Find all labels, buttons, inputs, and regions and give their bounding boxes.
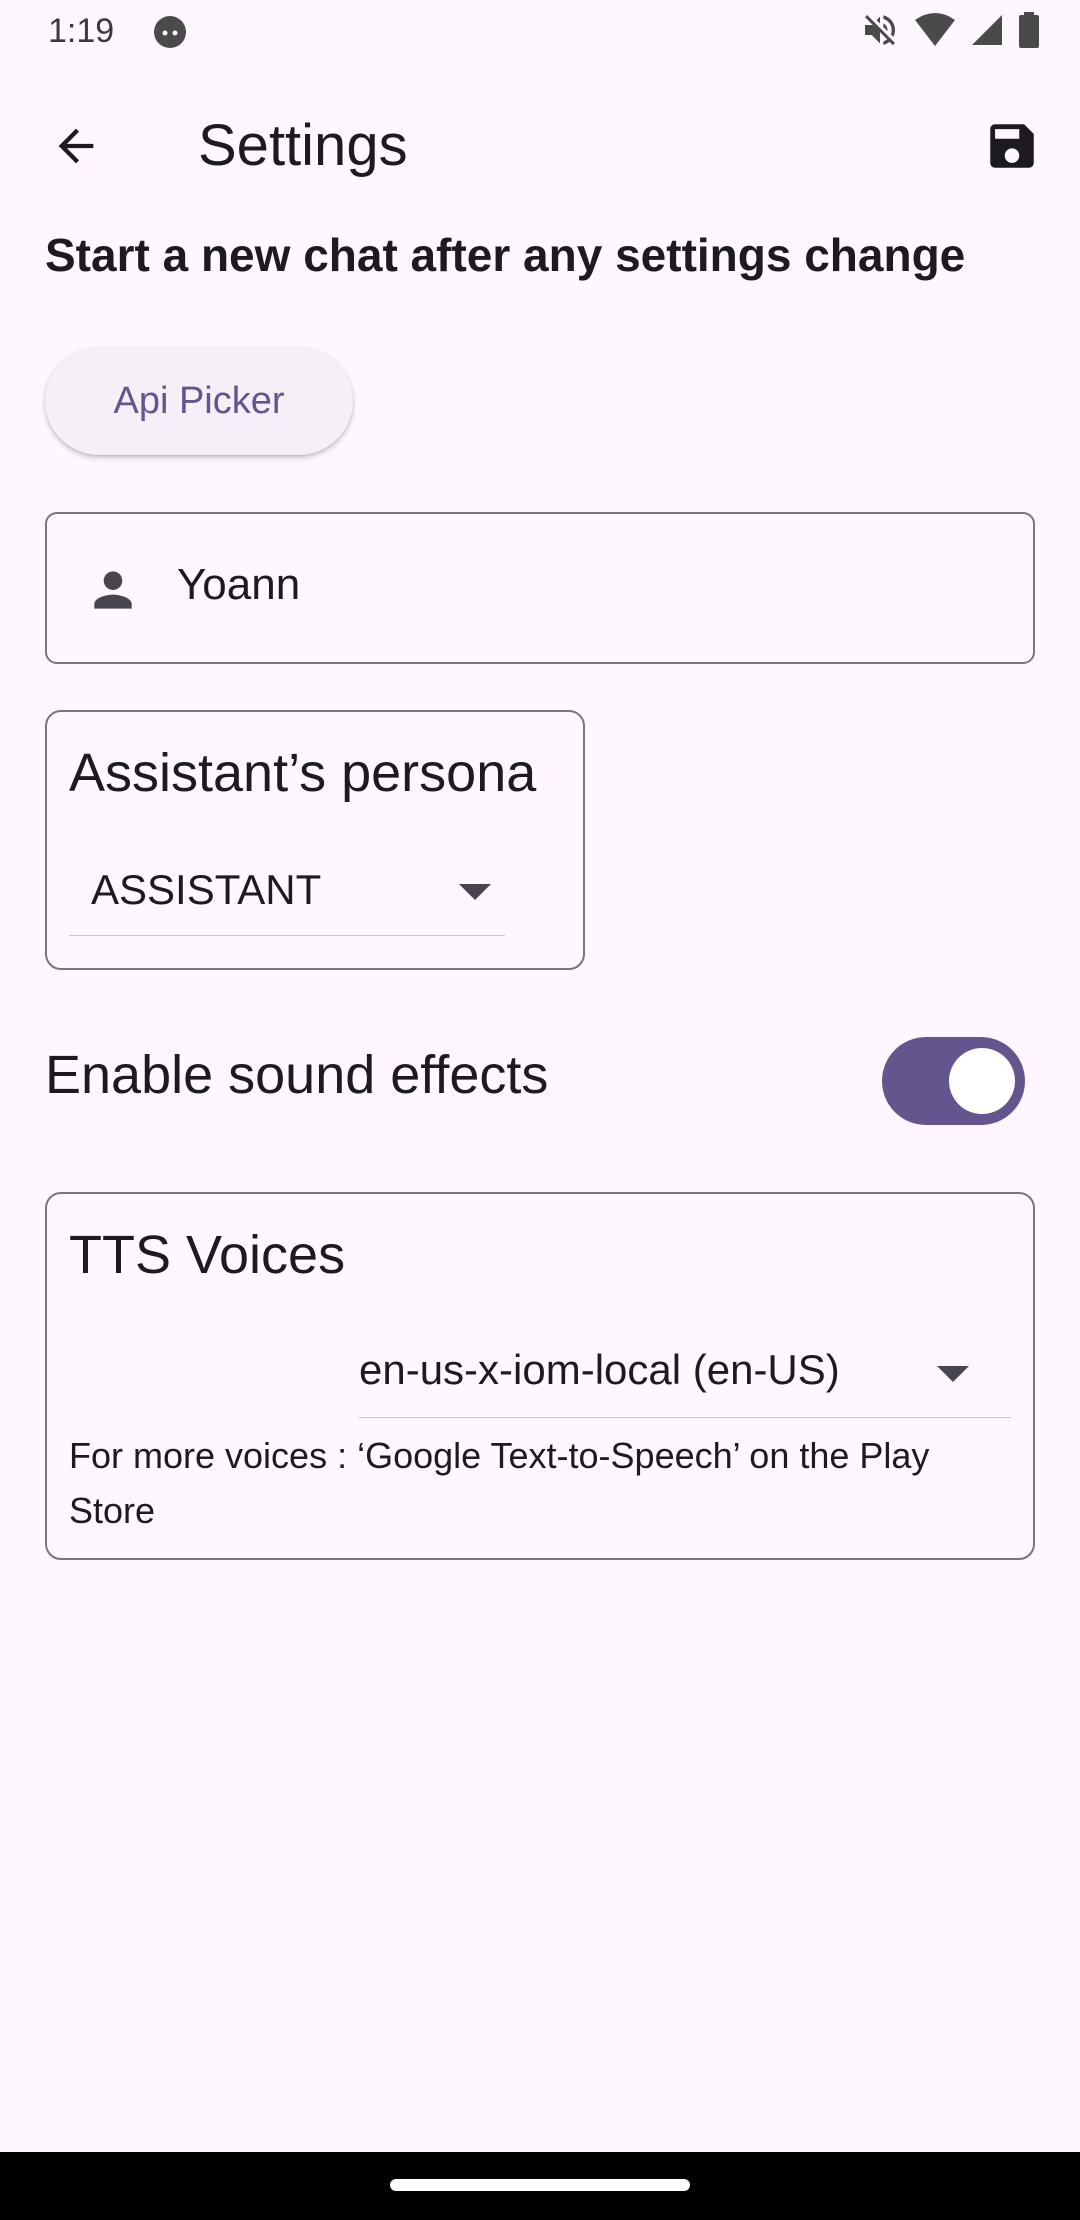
dropdown-arrow-icon: [459, 884, 491, 900]
toggle-knob: [949, 1048, 1015, 1114]
person-icon: [85, 562, 141, 618]
persona-dropdown[interactable]: ASSISTANT: [69, 842, 505, 936]
tts-hint: For more voices : ‘Google Text-to-Speech…: [69, 1435, 930, 1531]
wifi-icon: [914, 12, 956, 53]
settings-notice: Start a new chat after any settings chan…: [45, 229, 966, 281]
persona-selected-value: ASSISTANT: [91, 866, 322, 913]
persona-title: Assistant’s persona: [69, 743, 537, 803]
sound-effects-toggle[interactable]: [882, 1037, 1025, 1125]
tts-selected-voice: en-us-x-iom-local (en-US): [359, 1346, 840, 1393]
app-bar: Settings: [0, 82, 1080, 202]
mute-icon: [860, 10, 900, 55]
name-field[interactable]: Yoann: [45, 512, 1035, 664]
navigation-bar: [0, 2152, 1080, 2220]
dropdown-arrow-icon: [937, 1366, 969, 1382]
tts-voices-section: TTS Voices en-us-x-iom-local (en-US) For…: [45, 1192, 1035, 1560]
status-time: 1:19: [48, 12, 115, 50]
settings-screen: 1:19 Settings Start a new chat after any…: [0, 0, 1080, 2220]
tts-voice-dropdown[interactable]: en-us-x-iom-local (en-US): [359, 1324, 1011, 1418]
signal-icon: [970, 13, 1004, 52]
sound-effects-label: Enable sound effects: [45, 1045, 549, 1105]
status-icons: [860, 10, 1040, 55]
status-bar: 1:19: [0, 0, 1080, 66]
persona-section: Assistant’s persona ASSISTANT: [45, 710, 585, 970]
name-value: Yoann: [177, 560, 301, 609]
home-indicator[interactable]: [390, 2179, 690, 2191]
tts-title: TTS Voices: [69, 1225, 346, 1285]
page-title: Settings: [198, 113, 408, 178]
back-button[interactable]: [36, 108, 116, 188]
api-picker-button[interactable]: Api Picker: [45, 347, 353, 455]
save-button[interactable]: [972, 108, 1052, 188]
battery-icon: [1018, 11, 1040, 53]
arrow-back-icon: [50, 120, 102, 177]
cat-notification-icon: [152, 14, 188, 50]
save-icon: [983, 117, 1041, 180]
